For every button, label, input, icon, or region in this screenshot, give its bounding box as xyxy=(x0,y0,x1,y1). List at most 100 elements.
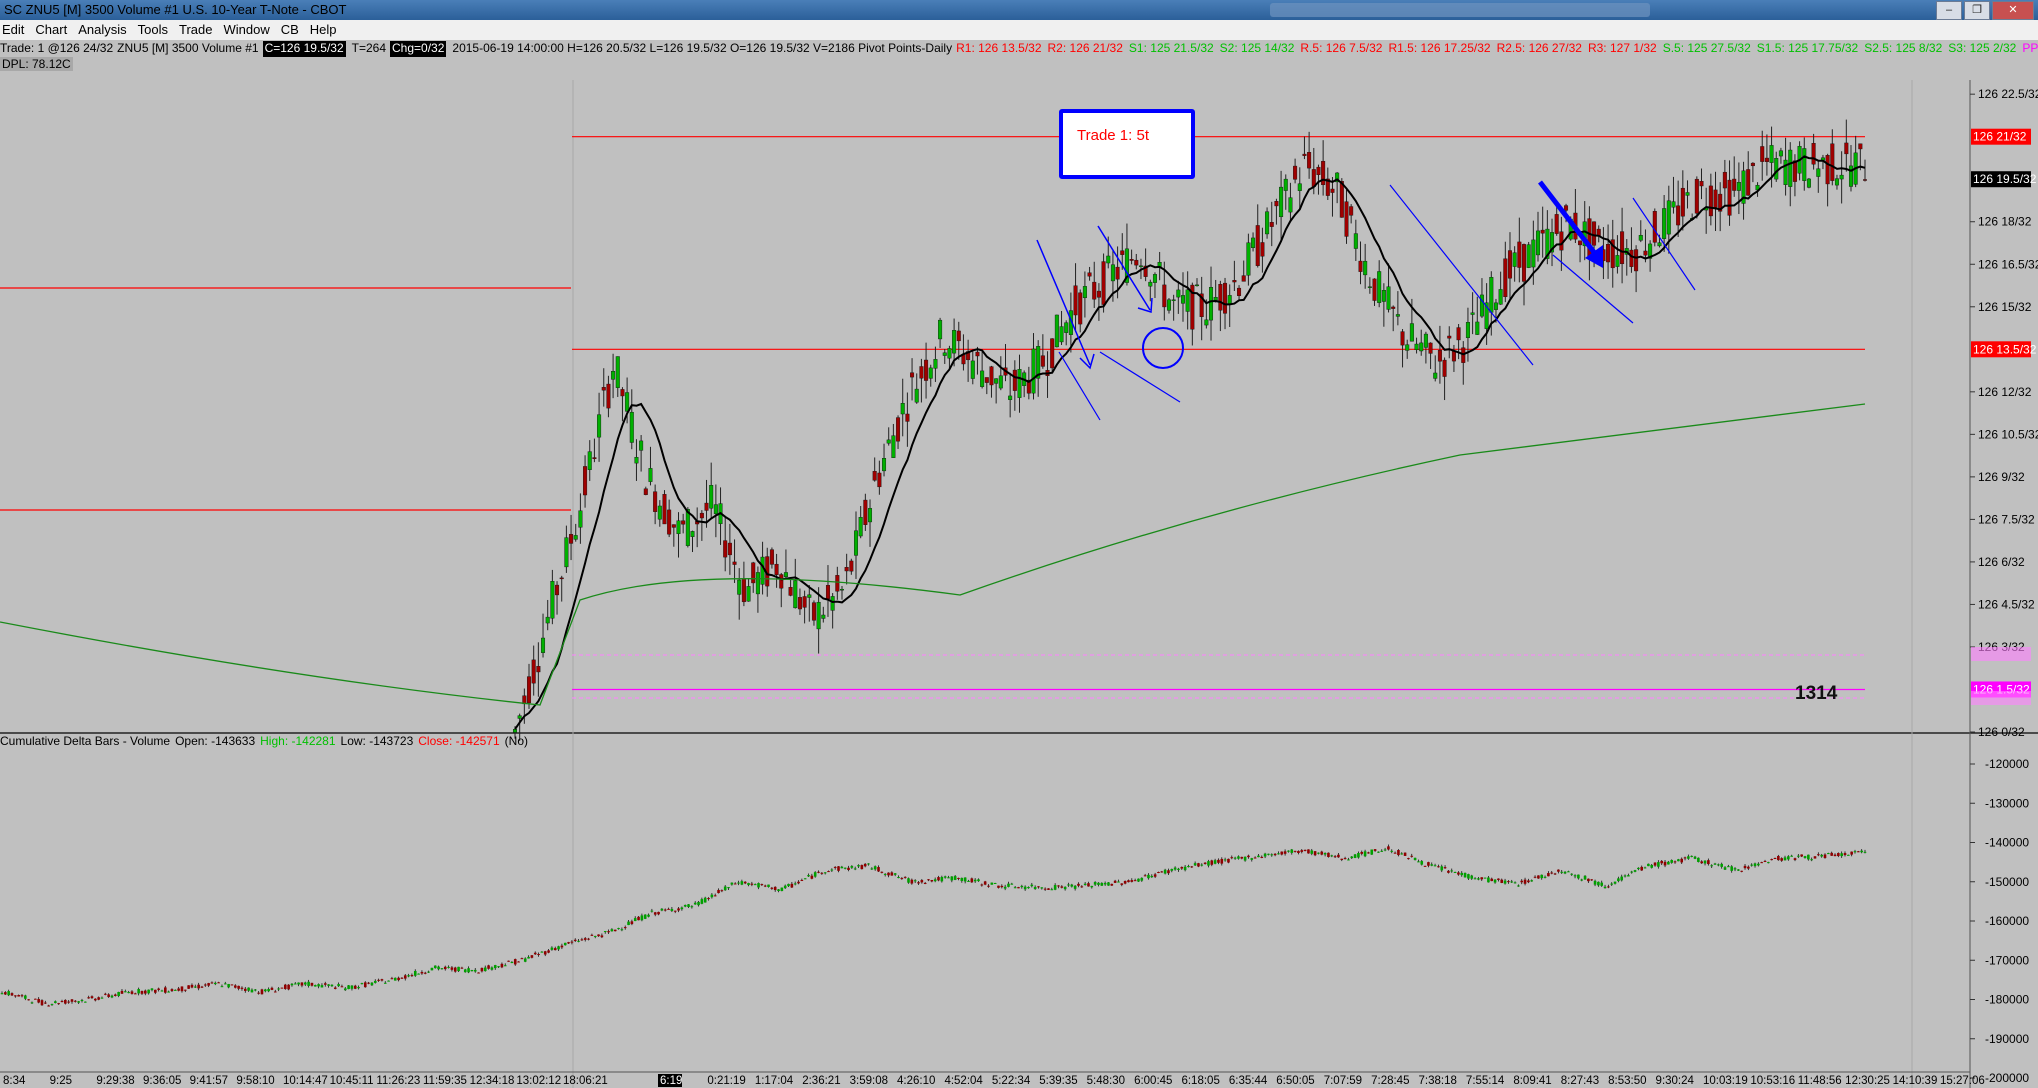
delta-body xyxy=(1560,871,1564,873)
candle-body xyxy=(1475,321,1480,335)
restore-button[interactable]: ❐ xyxy=(1964,1,1990,20)
delta-body xyxy=(253,989,257,991)
ticks-info: T=264 xyxy=(351,41,386,55)
delta-body xyxy=(1747,866,1750,869)
menu-trade[interactable]: Trade xyxy=(177,20,221,40)
delta-body xyxy=(1737,869,1740,871)
delta-body xyxy=(1813,856,1817,859)
delta-body xyxy=(1713,863,1717,865)
delta-body xyxy=(1610,883,1614,885)
delta-body xyxy=(963,877,967,882)
delta-body xyxy=(657,911,660,915)
delta-body xyxy=(1717,864,1720,866)
delta-body xyxy=(1793,858,1797,861)
candle-body xyxy=(882,458,887,472)
delta-body xyxy=(1237,856,1240,859)
candle-body xyxy=(760,556,765,585)
delta-body xyxy=(1653,862,1657,866)
delta-body xyxy=(94,998,97,1001)
candle-body xyxy=(1073,285,1078,316)
delta-body xyxy=(647,914,650,917)
delta-body xyxy=(1110,883,1114,886)
delta-body xyxy=(1527,880,1530,883)
time-tick-label: 9:25 xyxy=(50,1075,72,1087)
candle-body xyxy=(681,520,686,525)
menu-window[interactable]: Window xyxy=(221,20,278,40)
candle-body xyxy=(924,359,929,381)
menu-chart[interactable]: Chart xyxy=(33,20,76,40)
delta-body xyxy=(513,959,517,965)
menu-analysis[interactable]: Analysis xyxy=(76,20,135,40)
candle-body xyxy=(545,616,550,624)
delta-body xyxy=(363,982,367,988)
close-button[interactable]: ✕ xyxy=(1992,1,2034,20)
delta-body xyxy=(1273,853,1277,856)
minimize-button[interactable]: – xyxy=(1936,1,1962,20)
delta-body xyxy=(1103,882,1107,885)
menu-tools[interactable]: Tools xyxy=(136,20,177,40)
delta-body xyxy=(1827,853,1830,855)
delta-body xyxy=(497,966,500,968)
candle-body xyxy=(1423,333,1428,348)
delta-body xyxy=(1637,867,1640,870)
candle-body xyxy=(573,535,578,540)
delta-body xyxy=(457,966,460,972)
candle-body xyxy=(1115,266,1120,280)
candle-body xyxy=(1666,200,1671,235)
time-tick-label: 7:38:18 xyxy=(1419,1075,1457,1087)
delta-body xyxy=(1607,886,1610,888)
delta-body xyxy=(507,960,510,962)
delta-tick-label: -140000 xyxy=(1985,836,2029,850)
time-tick-label: 5:22:34 xyxy=(992,1075,1031,1087)
delta-body xyxy=(267,988,270,992)
delta-body xyxy=(1123,880,1127,884)
candle-body xyxy=(1386,286,1391,310)
delta-body xyxy=(693,902,697,905)
candle-body xyxy=(741,578,746,603)
delta-body xyxy=(1810,859,1813,861)
delta-body xyxy=(537,954,540,956)
delta-body xyxy=(380,979,384,981)
candle-body xyxy=(1778,150,1783,157)
candle-body xyxy=(653,491,658,512)
menu-edit[interactable]: Edit xyxy=(0,20,33,40)
delta-body xyxy=(1253,857,1257,859)
chart-area[interactable]: 126 22.5/32 126 18/32 126 16.5/32 126 15/32… xyxy=(0,40,2038,1088)
menu-help[interactable]: Help xyxy=(308,20,346,40)
candle-body xyxy=(1353,233,1358,249)
candle-body xyxy=(1381,289,1386,302)
delta-body xyxy=(1240,856,1244,859)
delta-body xyxy=(323,983,327,985)
delta-body xyxy=(1037,886,1040,888)
time-tick-label: 6:19 xyxy=(660,1075,682,1087)
pivot-level-12: PP: 126 1.5/32 xyxy=(2022,41,2038,55)
candle-body xyxy=(1255,225,1260,266)
trade-annotation[interactable]: Trade 1: 5t xyxy=(1059,109,1195,179)
delta-body xyxy=(580,939,584,941)
delta-body xyxy=(793,883,797,885)
time-tick-label: 11:59:35 xyxy=(423,1075,467,1087)
candle-body xyxy=(849,560,854,572)
delta-body xyxy=(767,884,770,887)
delta-body xyxy=(1537,875,1540,879)
delta-body xyxy=(1297,850,1300,854)
delta-body xyxy=(273,991,277,993)
delta-body xyxy=(387,980,390,982)
delta-body xyxy=(637,916,640,921)
delta-body xyxy=(333,987,337,989)
delta-body xyxy=(1480,877,1484,880)
delta-body xyxy=(1440,866,1444,871)
candle-body xyxy=(517,715,522,719)
delta-body xyxy=(807,875,810,877)
delta-body xyxy=(673,910,677,912)
delta-body xyxy=(1367,852,1370,854)
delta-body xyxy=(1340,858,1344,860)
delta-body xyxy=(440,968,444,970)
candle-body xyxy=(1096,290,1101,298)
delta-body xyxy=(803,878,807,880)
pp-band-tag-upper xyxy=(1971,647,2031,661)
candle-body xyxy=(1358,260,1363,272)
price-tick-label: 126 10.5/32 xyxy=(1978,427,2038,441)
menu-cb[interactable]: CB xyxy=(279,20,308,40)
delta-body xyxy=(257,992,260,994)
